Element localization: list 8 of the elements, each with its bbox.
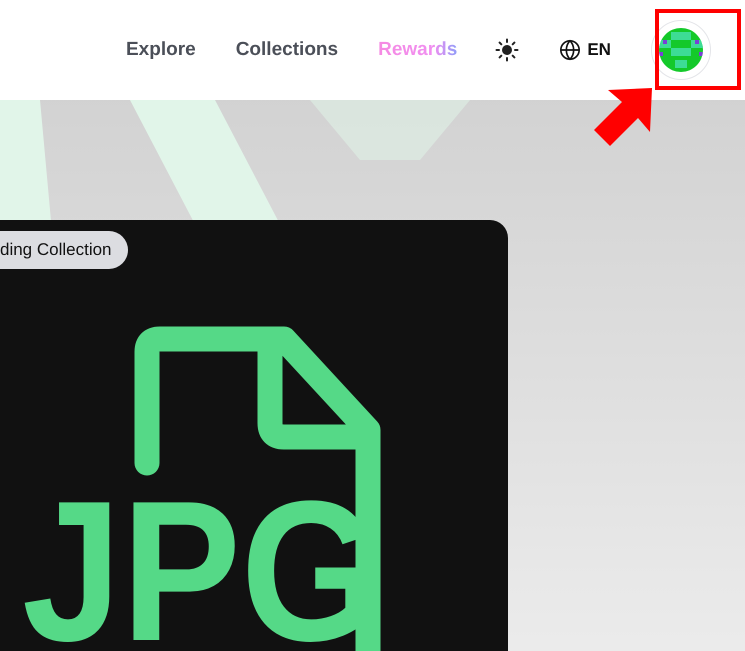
globe-icon bbox=[559, 39, 582, 61]
sun-icon[interactable] bbox=[495, 38, 520, 62]
nav-link[interactable]: Collections bbox=[236, 39, 338, 61]
pointer-arrow bbox=[592, 86, 654, 148]
collection-card[interactable]: ding Collection JPG bbox=[0, 220, 508, 651]
language-button[interactable]: EN bbox=[559, 39, 611, 61]
nav-link[interactable]: Explore bbox=[126, 39, 196, 61]
trending-badge: ding Collection bbox=[0, 231, 128, 269]
